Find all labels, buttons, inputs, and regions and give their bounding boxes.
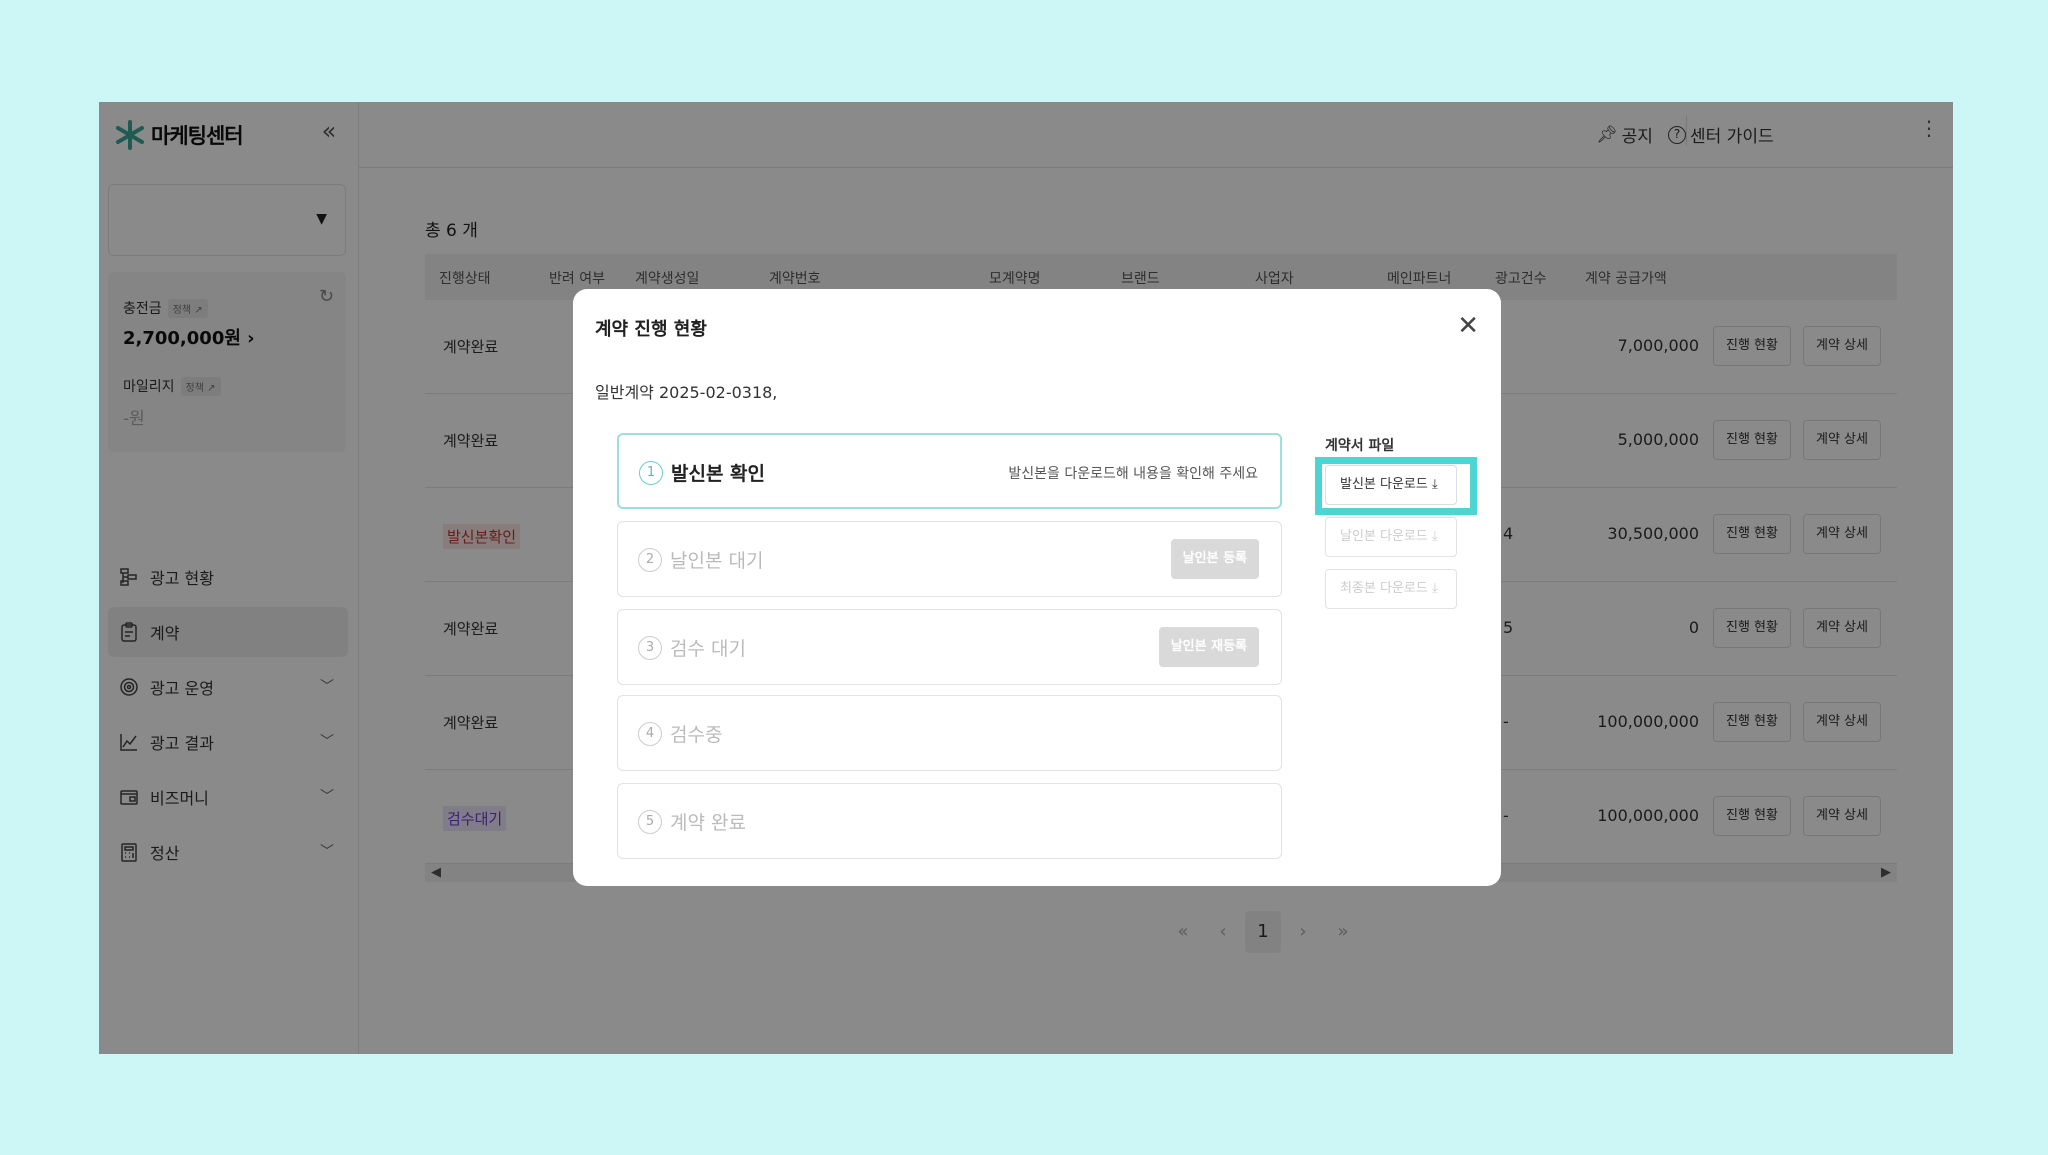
step-number: 5 [638, 810, 662, 834]
step-3: 3 검수 대기 날인본 재등록 [617, 609, 1282, 685]
contract-progress-modal: 계약 진행 현황 ✕ 일반계약 2025-02-0318, 1 발신본 확인 발… [573, 289, 1501, 886]
download-icon: ⤓ [1432, 529, 1438, 544]
step-number: 1 [639, 461, 663, 485]
step-number: 2 [638, 548, 662, 572]
download-icon: ⤓ [1432, 581, 1438, 596]
contract-name: 일반계약 2025-02-0318, [595, 383, 778, 402]
step-1: 1 발신본 확인 발신본을 다운로드해 내용을 확인해 주세요 [617, 433, 1282, 509]
step-2: 2 날인본 대기 날인본 등록 [617, 521, 1282, 597]
download-final-label: 최종본 다운로드 [1340, 581, 1428, 596]
step-name: 날인본 대기 [670, 550, 764, 572]
step-name: 검수 대기 [670, 638, 746, 660]
step-number: 4 [638, 722, 662, 746]
download-signed-button[interactable]: 날인본 다운로드 ⤓ [1325, 517, 1457, 557]
upload-signed-button[interactable]: 날인본 등록 [1170, 539, 1259, 579]
step-name: 검수중 [670, 724, 723, 746]
download-signed-label: 날인본 다운로드 [1340, 529, 1428, 544]
contract-files-label: 계약서 파일 [1325, 438, 1395, 454]
modal-title: 계약 진행 현황 [595, 319, 707, 340]
close-icon[interactable]: ✕ [1457, 311, 1479, 341]
step-number: 3 [638, 636, 662, 660]
step-name: 계약 완료 [670, 812, 746, 834]
step-hint: 발신본을 다운로드해 내용을 확인해 주세요 [1008, 466, 1258, 482]
reupload-signed-button[interactable]: 날인본 재등록 [1158, 627, 1259, 667]
highlight-box [1315, 457, 1477, 515]
step-name: 발신본 확인 [671, 463, 766, 485]
download-final-button[interactable]: 최종본 다운로드 ⤓ [1325, 569, 1457, 609]
step-4: 4 검수중 [617, 695, 1282, 771]
step-5: 5 계약 완료 [617, 783, 1282, 859]
